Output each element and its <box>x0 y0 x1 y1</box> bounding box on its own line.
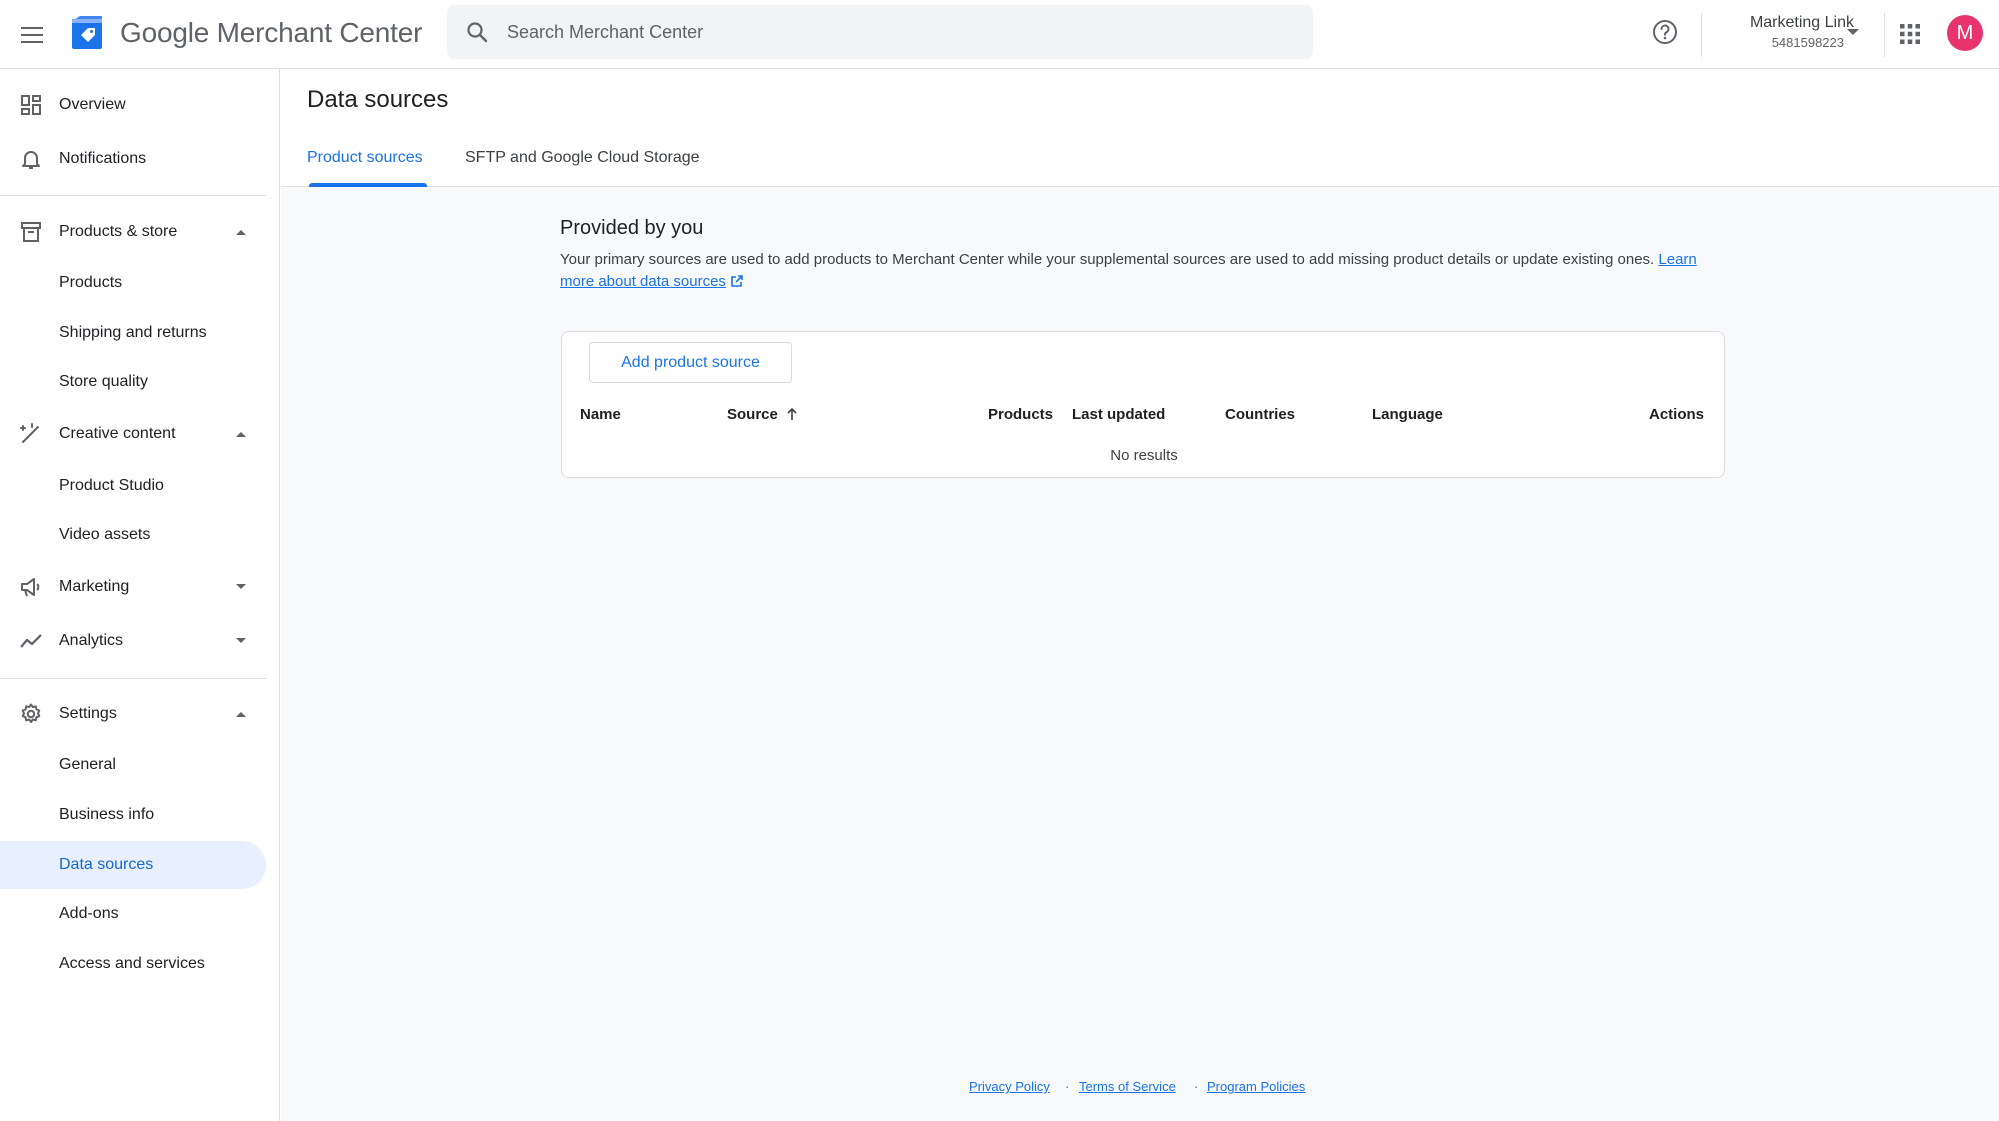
sidebar-item-label: Products & store <box>59 223 178 240</box>
magic-brush-icon <box>20 423 39 443</box>
section-description: Your primary sources are used to add pro… <box>560 249 1720 293</box>
terms-of-service-link[interactable]: Terms of Service <box>1079 1079 1176 1094</box>
privacy-policy-link[interactable]: Privacy Policy <box>969 1079 1050 1094</box>
product-sources-table-card: Add product source Name Source Products … <box>561 331 1725 478</box>
megaphone-icon <box>21 578 40 597</box>
account-id: 5481598223 <box>1771 35 1844 50</box>
account-name: Marketing Link <box>1749 14 1854 31</box>
sidebar-item-label: Video assets <box>59 526 151 543</box>
chevron-up-icon <box>236 230 246 235</box>
column-header-actions: Actions <box>1649 406 1705 423</box>
sidebar-item-access-services[interactable]: Access and services <box>0 940 266 988</box>
sidebar-item-label: Marketing <box>59 578 130 595</box>
help-icon[interactable] <box>1650 17 1680 47</box>
footer-separator: · <box>1065 1079 1070 1094</box>
active-tab-indicator <box>309 183 427 187</box>
sidebar-divider <box>0 678 266 679</box>
sidebar-item-label: Shipping and returns <box>59 324 207 341</box>
external-link-icon <box>731 275 743 287</box>
chevron-down-icon[interactable] <box>1846 27 1860 37</box>
sidebar-item-label: Products <box>59 274 123 291</box>
search-input[interactable] <box>507 5 1287 59</box>
program-policies-link[interactable]: Program Policies <box>1207 1079 1305 1094</box>
sidebar-item-analytics[interactable]: Analytics <box>0 617 266 665</box>
empty-state-text: No results <box>1110 447 1178 464</box>
sort-arrow-up-icon <box>787 407 797 420</box>
column-header-name[interactable]: Name <box>580 406 621 423</box>
add-product-source-button[interactable]: Add product source <box>589 342 792 383</box>
account-switcher[interactable]: Marketing Link 5481598223 <box>1724 13 1854 51</box>
column-header-source[interactable]: Source <box>727 406 798 423</box>
bell-icon <box>22 151 40 169</box>
chevron-down-icon <box>236 584 246 589</box>
sidebar-item-label: Product Studio <box>59 477 164 494</box>
header-divider <box>1701 13 1702 57</box>
sidebar-item-label: Store quality <box>59 373 148 390</box>
hamburger-menu-icon <box>21 27 43 43</box>
sidebar-item-add-ons[interactable]: Add-ons <box>0 890 266 938</box>
tab-sftp-cloud-storage[interactable]: SFTP and Google Cloud Storage <box>465 149 700 187</box>
column-header-last-updated[interactable]: Last updated <box>1072 406 1165 423</box>
sidebar-item-products[interactable]: Products <box>0 259 266 307</box>
chevron-up-icon <box>236 432 246 437</box>
page-title: Data sources <box>307 86 449 113</box>
sidebar-item-business-info[interactable]: Business info <box>0 791 266 839</box>
merchant-center-logo[interactable] <box>70 15 106 51</box>
merchant-center-logo-icon <box>72 16 102 49</box>
account-avatar[interactable]: M <box>1947 15 1983 51</box>
sidebar-item-data-sources[interactable]: Data sources <box>0 841 266 889</box>
chevron-down-icon <box>236 638 246 643</box>
page-header: Data sources Product sources SFTP and Go… <box>281 69 1999 187</box>
sidebar-item-product-studio[interactable]: Product Studio <box>0 462 266 510</box>
google-apps-icon[interactable] <box>1896 20 1924 48</box>
column-header-products[interactable]: Products <box>988 406 1053 423</box>
main-menu-button[interactable] <box>14 17 50 53</box>
sidebar-item-video-assets[interactable]: Video assets <box>0 511 266 559</box>
tab-product-sources[interactable]: Product sources <box>307 149 423 187</box>
description-text: Your primary sources are used to add pro… <box>560 251 1655 268</box>
sidebar-nav: Overview Notifications Products & store … <box>0 69 280 1121</box>
main-content: Data sources Product sources SFTP and Go… <box>281 69 1999 1121</box>
sidebar-item-marketing[interactable]: Marketing <box>0 563 266 611</box>
sidebar-item-shipping-returns[interactable]: Shipping and returns <box>0 309 266 357</box>
gear-icon <box>21 703 41 724</box>
sidebar-item-label: Analytics <box>59 632 124 649</box>
search-icon <box>467 22 488 43</box>
archive-box-icon <box>21 222 41 242</box>
sidebar-item-label: Business info <box>59 806 155 823</box>
column-header-countries[interactable]: Countries <box>1225 406 1295 423</box>
sidebar-item-creative-content[interactable]: Creative content <box>0 410 266 458</box>
footer-separator: · <box>1194 1079 1199 1094</box>
app-title: Google Merchant Center <box>120 17 423 48</box>
sidebar-item-products-store[interactable]: Products & store <box>0 208 266 256</box>
dashboard-icon <box>21 95 41 115</box>
chevron-up-icon <box>236 712 246 717</box>
section-title: Provided by you <box>560 217 704 239</box>
sidebar-item-store-quality[interactable]: Store quality <box>0 358 266 406</box>
sidebar-item-label: Add-ons <box>59 905 119 922</box>
sidebar-item-label: Data sources <box>59 856 154 873</box>
sidebar-item-label: Notifications <box>59 150 147 167</box>
header-divider <box>1884 13 1885 57</box>
trending-line-icon <box>20 634 42 648</box>
sidebar-item-label: General <box>59 756 116 773</box>
column-header-source-label: Source <box>727 406 778 423</box>
sidebar-item-label: Access and services <box>59 955 205 972</box>
sidebar-divider <box>0 195 266 196</box>
sidebar-item-label: Creative content <box>59 425 176 442</box>
sidebar-item-label: Overview <box>59 96 126 113</box>
sidebar-item-notifications[interactable]: Notifications <box>0 135 266 183</box>
column-header-language[interactable]: Language <box>1372 406 1443 423</box>
sidebar-item-overview[interactable]: Overview <box>0 81 266 129</box>
top-app-bar: Google Merchant Center Marketing Link 54… <box>0 0 1999 69</box>
sidebar-item-label: Settings <box>59 705 117 722</box>
sidebar-item-general[interactable]: General <box>0 741 266 789</box>
search-bar[interactable] <box>447 5 1313 59</box>
sidebar-item-settings[interactable]: Settings <box>0 690 266 738</box>
